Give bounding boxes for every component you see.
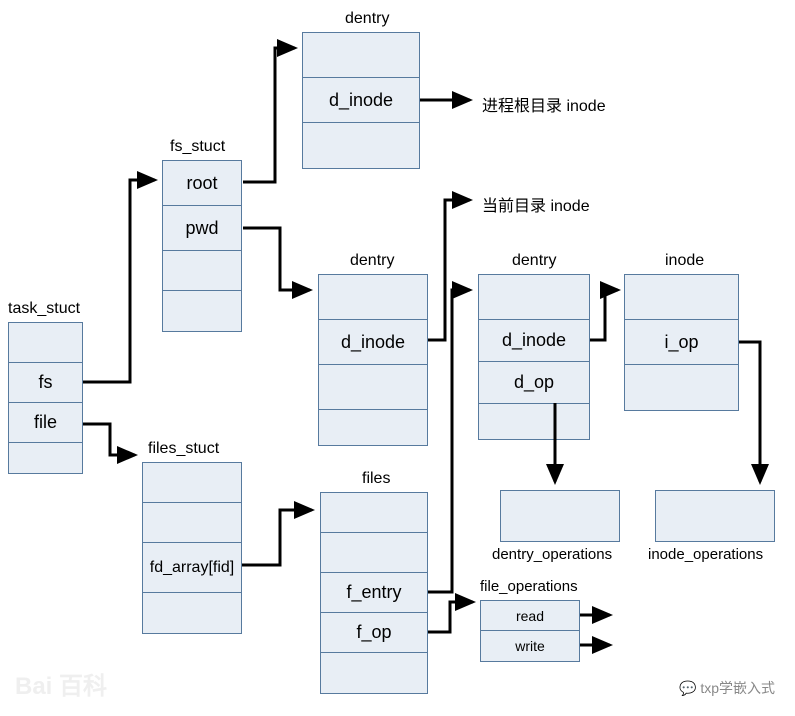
files-struct-title: files_stuct [148,440,219,458]
fs-struct-cell-2 [163,251,241,291]
files-struct-cell-1 [143,503,241,543]
dentry1-cell-0 [303,33,419,78]
dentry3-cell-dinode: d_inode [479,320,589,362]
file-ops-cell-read: read [481,601,579,631]
dentry1-box: d_inode [302,32,420,169]
fs-struct-title: fs_stuct [170,138,225,156]
dentry1-cell-2 [303,123,419,168]
dentry3-title: dentry [512,252,556,270]
dentry2-cell-0 [319,275,427,320]
files-struct-cell-fdarray: fd_array[fid] [143,543,241,593]
files-cell-4 [321,653,427,693]
task-struct-cell-fs: fs [9,363,82,403]
file-ops-cell-write: write [481,631,579,661]
dentry2-box: d_inode [318,274,428,446]
inode-cell-2 [625,365,738,410]
file-ops-box: read write [480,600,580,662]
files-struct-box: fd_array[fid] [142,462,242,634]
inode-box: i_op [624,274,739,411]
task-struct-title: task_stuct [8,300,80,318]
inode-cell-iop: i_op [625,320,738,365]
dentry-ops-box [500,490,620,542]
dentry2-cell-dinode: d_inode [319,320,427,365]
task-struct-box: fs file [8,322,83,474]
files-cell-fentry: f_entry [321,573,427,613]
dentry3-cell-dop: d_op [479,362,589,404]
task-struct-cell-0 [9,323,82,363]
dentry3-cell-0 [479,275,589,320]
dentry3-box: d_inode d_op [478,274,590,440]
dentry3-cell-3 [479,404,589,439]
fs-struct-cell-root: root [163,161,241,206]
task-struct-cell-3 [9,443,82,473]
files-cell-0 [321,493,427,533]
watermark-right: 💬 txp学嵌入式 [679,678,775,698]
fs-struct-box: root pwd [162,160,242,332]
files-box: f_entry f_op [320,492,428,694]
files-struct-cell-0 [143,463,241,503]
file-ops-title: file_operations [480,578,578,595]
inode-ops-box [655,490,775,542]
inode-title: inode [665,252,704,270]
dentry2-title: dentry [350,252,394,270]
root-inode-label: 进程根目录 inode [482,92,606,116]
files-struct-cell-3 [143,593,241,633]
watermark-left: Bai 百科 [15,666,107,701]
task-struct-cell-file: file [9,403,82,443]
dentry2-cell-2 [319,365,427,410]
files-cell-fop: f_op [321,613,427,653]
inode-ops-title: inode_operations [648,546,763,563]
dentry1-cell-dinode: d_inode [303,78,419,123]
dentry1-title: dentry [345,10,389,28]
files-title: files [362,470,390,488]
fs-struct-cell-pwd: pwd [163,206,241,251]
fs-struct-cell-3 [163,291,241,331]
dentry2-cell-3 [319,410,427,445]
pwd-inode-label: 当前目录 inode [482,192,590,216]
inode-cell-0 [625,275,738,320]
dentry-ops-title: dentry_operations [492,546,612,563]
files-cell-1 [321,533,427,573]
